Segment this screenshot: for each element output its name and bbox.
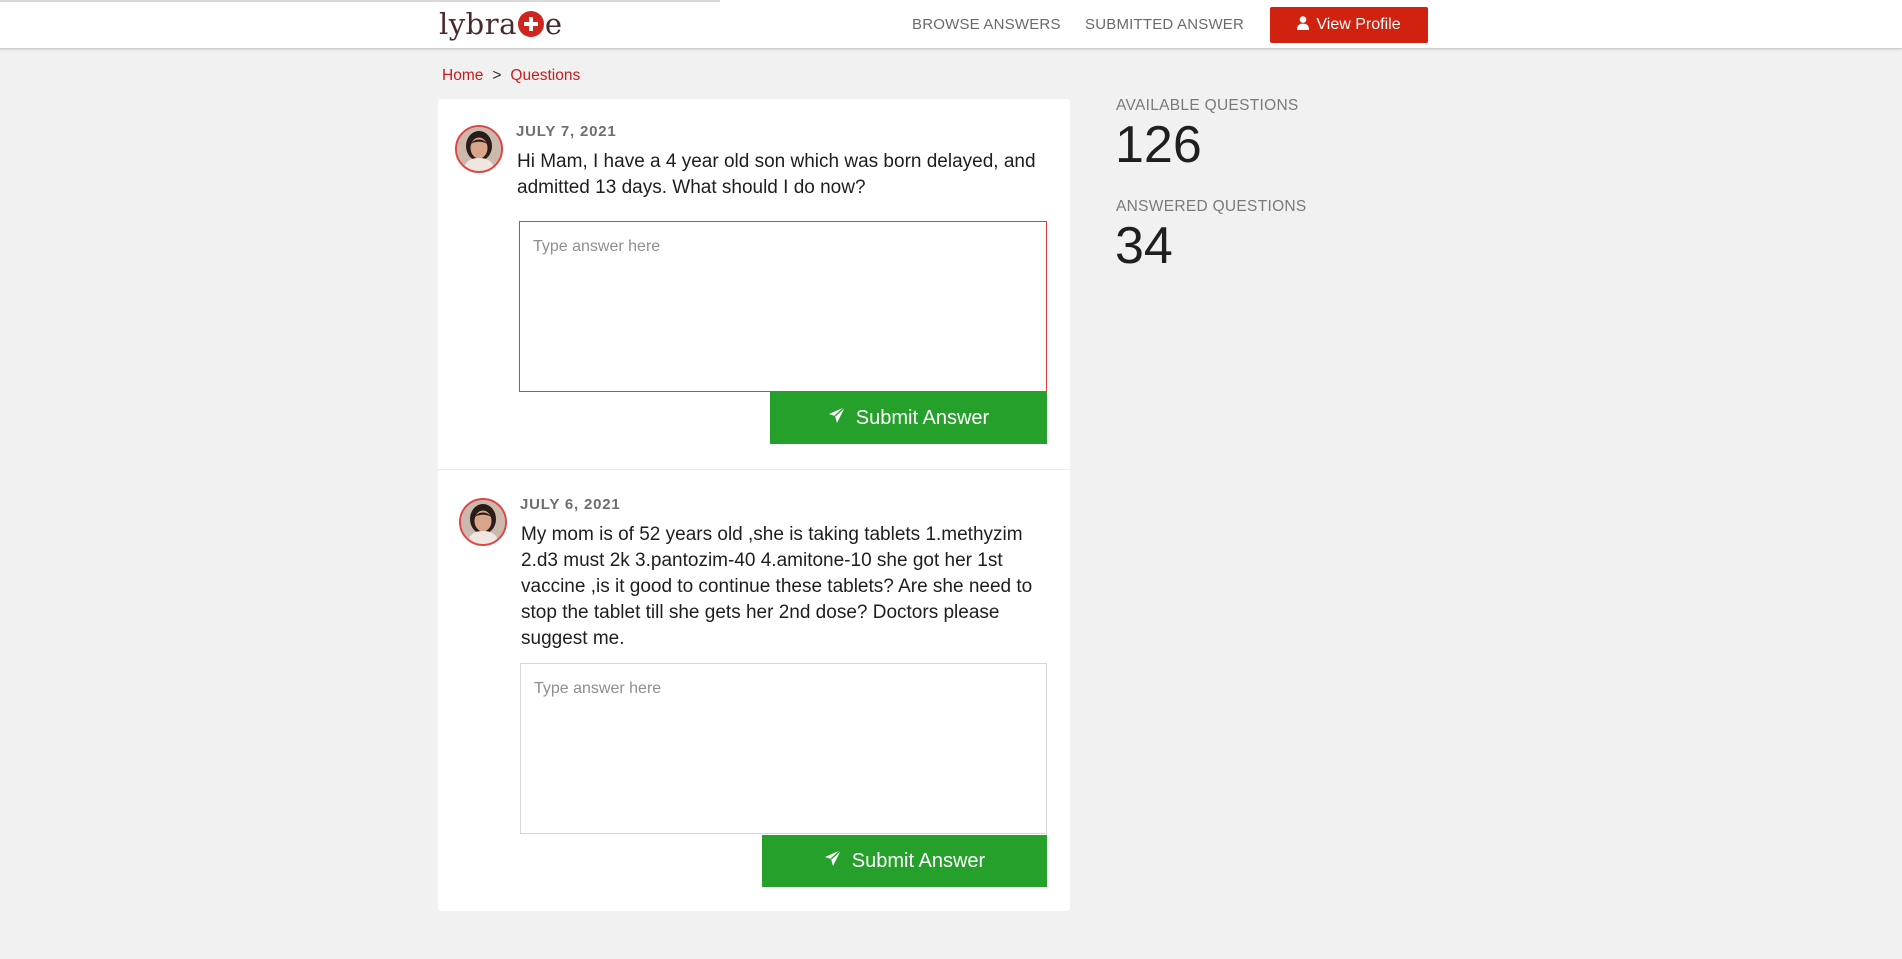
breadcrumb-separator: >: [492, 67, 502, 84]
nav-browse-answers[interactable]: BROWSE ANSWERS: [912, 16, 1061, 33]
send-icon: [824, 849, 842, 873]
submit-answer-label: Submit Answer: [851, 849, 986, 872]
breadcrumb-questions[interactable]: Questions: [510, 67, 580, 85]
question-date: JULY 6, 2021: [520, 496, 621, 513]
question-text: My mom is of 52 years old ,she is taking…: [521, 524, 1033, 649]
available-questions-count: 126: [1115, 116, 1202, 174]
view-profile-label: View Profile: [1316, 16, 1401, 33]
lybrate-logo[interactable]: lybra e: [439, 7, 563, 41]
submit-answer-button[interactable]: Submit Answer: [770, 392, 1047, 444]
question-text: Hi Mam, I have a 4 year old son which wa…: [517, 151, 1036, 198]
question-divider: [438, 469, 1070, 470]
answer-textarea[interactable]: [520, 663, 1047, 834]
asker-avatar: [455, 125, 503, 173]
send-icon: [828, 406, 846, 430]
breadcrumb: Home > Questions: [442, 67, 580, 85]
logo-text-left: lybra: [439, 7, 517, 41]
page-load-progress: [0, 0, 720, 2]
answered-questions-count: 34: [1115, 217, 1173, 275]
view-profile-button[interactable]: View Profile: [1270, 7, 1428, 43]
nav-submitted-answer[interactable]: SUBMITTED ANSWER: [1085, 16, 1244, 33]
submit-answer-button[interactable]: Submit Answer: [762, 835, 1047, 887]
available-questions-label: AVAILABLE QUESTIONS: [1116, 97, 1299, 114]
user-icon: [1297, 15, 1310, 35]
answered-questions-label: ANSWERED QUESTIONS: [1116, 198, 1307, 215]
answer-textarea[interactable]: [519, 221, 1047, 392]
breadcrumb-home[interactable]: Home: [442, 67, 483, 85]
logo-cross-icon: [517, 11, 544, 37]
top-navbar: lybra e BROWSE ANSWERS SUBMITTED ANSWER …: [0, 0, 1902, 49]
questions-card: JULY 7, 2021 Hi Mam, I have a 4 year old…: [438, 99, 1070, 911]
question-date: JULY 7, 2021: [516, 123, 617, 140]
submit-answer-label: Submit Answer: [855, 406, 990, 429]
logo-text-right: e: [544, 7, 563, 41]
asker-avatar: [459, 498, 507, 546]
